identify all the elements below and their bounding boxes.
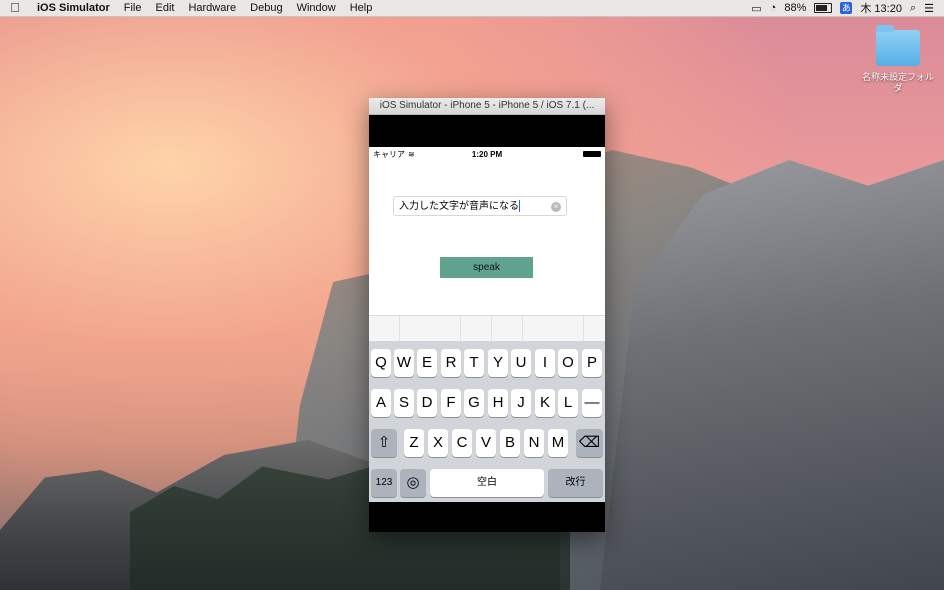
menu-app-name[interactable]: iOS Simulator [30, 0, 117, 16]
menubar-status-area: ▭ ◔ 88% あ 木 13:20 ⌕ ☰ [751, 0, 944, 16]
key-m[interactable]: M [548, 429, 568, 457]
notification-center-icon[interactable]: ☰ [924, 2, 934, 15]
candidate-slot[interactable] [492, 316, 523, 342]
folder-icon[interactable] [876, 25, 920, 66]
speech-text-value: 入力した文字が音声になる [399, 201, 519, 212]
menu-debug[interactable]: Debug [243, 0, 289, 16]
globe-icon: ◎ [406, 474, 420, 491]
candidate-bar [369, 315, 605, 342]
desktop-folder-label: 名称未設定フォルダ [861, 72, 934, 93]
key-o[interactable]: O [558, 349, 578, 377]
key-a[interactable]: A [371, 389, 391, 417]
key-h[interactable]: H [488, 389, 508, 417]
key-v[interactable]: V [476, 429, 496, 457]
battery-icon[interactable] [814, 3, 833, 13]
candidate-slot[interactable] [461, 316, 492, 342]
speech-text-input[interactable]: 入力した文字が音声になる × [393, 196, 567, 216]
apple-icon[interactable]:  [0, 0, 30, 16]
status-time: 1:20 PM [471, 149, 503, 159]
key-e[interactable]: E [417, 349, 437, 377]
numbers-key[interactable]: 123 [371, 469, 397, 497]
candidate-slot[interactable] [369, 316, 400, 342]
key-z[interactable]: Z [404, 429, 424, 457]
desktop-folder[interactable]: 名称未設定フォルダ [858, 25, 938, 94]
device-bezel-top [369, 115, 605, 148]
simulator-window-title[interactable]: iOS Simulator - iPhone 5 - iPhone 5 / iO… [369, 98, 605, 115]
key-y[interactable]: Y [488, 349, 508, 377]
menu-window[interactable]: Window [290, 0, 343, 16]
key-w[interactable]: W [394, 349, 414, 377]
ios-status-bar: キャリア ≋ 1:20 PM [369, 147, 605, 161]
key-l[interactable]: L [558, 389, 578, 417]
wifi-icon[interactable]: ◔ [770, 2, 777, 14]
backspace-icon: ⌫ [578, 434, 601, 451]
shift-key[interactable]: ⇧ [371, 429, 397, 457]
candidate-slot[interactable] [400, 316, 461, 342]
menu-edit[interactable]: Edit [148, 0, 181, 16]
key-n[interactable]: N [524, 429, 544, 457]
key-s[interactable]: S [394, 389, 414, 417]
key-k[interactable]: K [535, 389, 555, 417]
menu-file[interactable]: File [117, 0, 149, 16]
key-i[interactable]: I [535, 349, 555, 377]
clear-text-icon[interactable]: × [551, 202, 561, 212]
simulator-window: iOS Simulator - iPhone 5 - iPhone 5 / iO… [369, 98, 605, 532]
menubar-clock[interactable]: 木 13:20 [860, 0, 902, 16]
key-j[interactable]: J [511, 389, 531, 417]
key-t[interactable]: T [464, 349, 484, 377]
space-key[interactable]: 空白 [430, 469, 544, 497]
battery-percent: 88% [784, 2, 807, 14]
candidate-slot[interactable] [523, 316, 584, 342]
menubar:  iOS Simulator File Edit Hardware Debug… [0, 0, 944, 17]
menu-hardware[interactable]: Hardware [181, 0, 243, 16]
key-g[interactable]: G [464, 389, 484, 417]
key-c[interactable]: C [452, 429, 472, 457]
menu-help[interactable]: Help [343, 0, 380, 16]
key-d[interactable]: D [417, 389, 437, 417]
speak-button[interactable]: speak [440, 257, 533, 278]
delete-key[interactable]: ⌫ [576, 429, 603, 457]
device-screen: キャリア ≋ 1:20 PM 入力した文字が音声になる × speak Q W … [369, 147, 605, 502]
globe-key[interactable]: ◎ [400, 469, 426, 497]
return-key[interactable]: 改行 [548, 469, 603, 497]
device-bezel-bottom [369, 502, 605, 532]
spotlight-icon[interactable]: ⌕ [910, 2, 916, 15]
key-u[interactable]: U [511, 349, 531, 377]
key-q[interactable]: Q [371, 349, 391, 377]
key-f[interactable]: F [441, 389, 461, 417]
software-keyboard: Q W E R T Y U I O P A S D F G H J K L — … [369, 341, 605, 502]
key-long-vowel[interactable]: — [582, 389, 602, 417]
input-method-icon[interactable]: あ [840, 2, 853, 14]
key-r[interactable]: R [441, 349, 461, 377]
key-p[interactable]: P [582, 349, 602, 377]
shift-icon: ⇧ [377, 434, 391, 451]
key-x[interactable]: X [428, 429, 448, 457]
airplay-icon[interactable]: ▭ [751, 2, 761, 15]
key-b[interactable]: B [500, 429, 520, 457]
text-cursor [519, 200, 520, 213]
